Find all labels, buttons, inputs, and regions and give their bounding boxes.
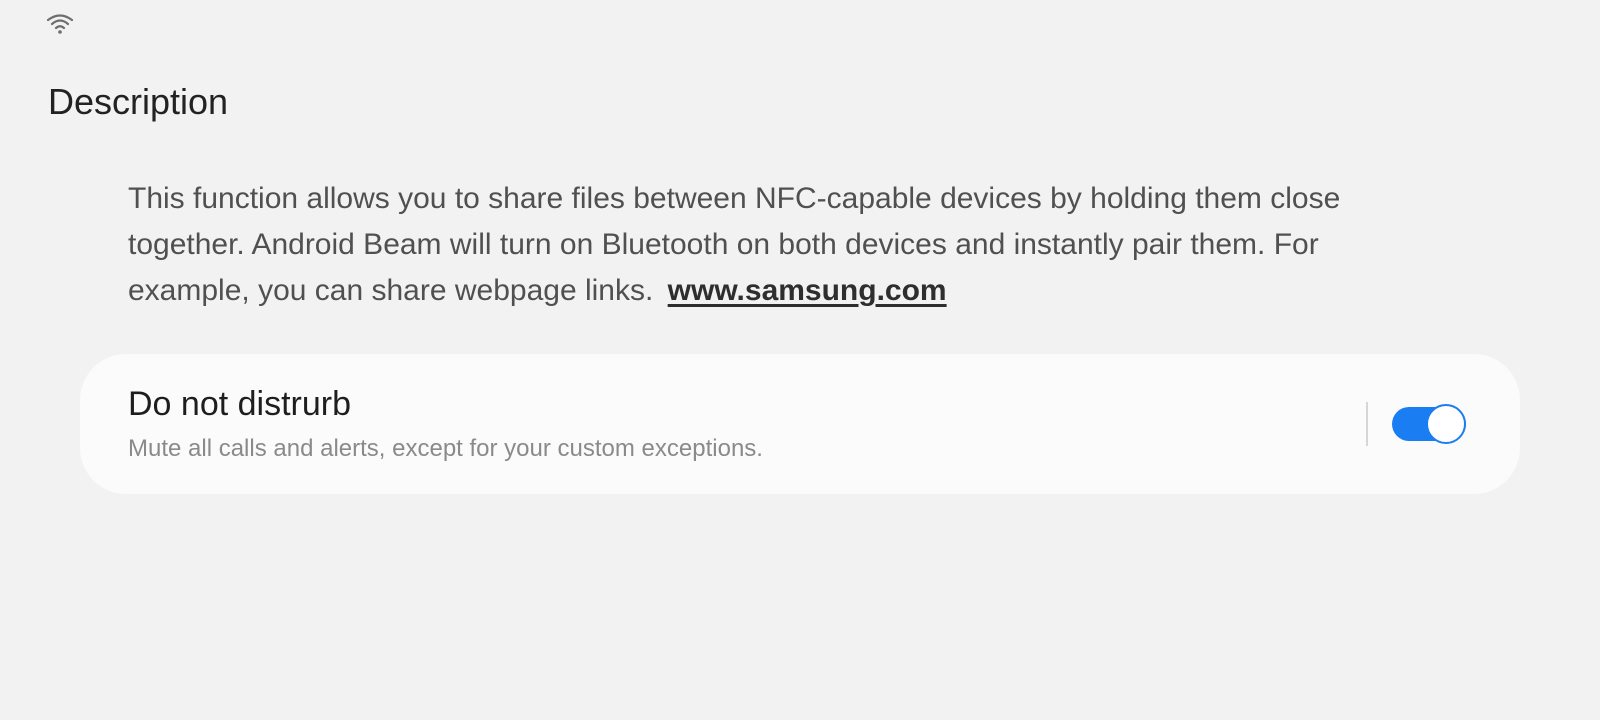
- setting-title: Do not distrurb: [128, 385, 351, 423]
- page-title: Description: [48, 81, 229, 122]
- do-not-disturb-toggle[interactable]: [1392, 404, 1468, 444]
- toggle-thumb: [1426, 404, 1466, 444]
- do-not-disturb-setting[interactable]: Do not distrurb Mute all calls and alert…: [80, 354, 1520, 494]
- description-text: This function allows you to share files …: [128, 176, 1428, 314]
- setting-subtitle: Mute all calls and alerts, except for yo…: [128, 435, 763, 462]
- divider: [1366, 402, 1368, 446]
- status-bar: [0, 0, 1600, 44]
- wifi-icon: [46, 14, 74, 34]
- samsung-link[interactable]: www.samsung.com: [668, 274, 947, 307]
